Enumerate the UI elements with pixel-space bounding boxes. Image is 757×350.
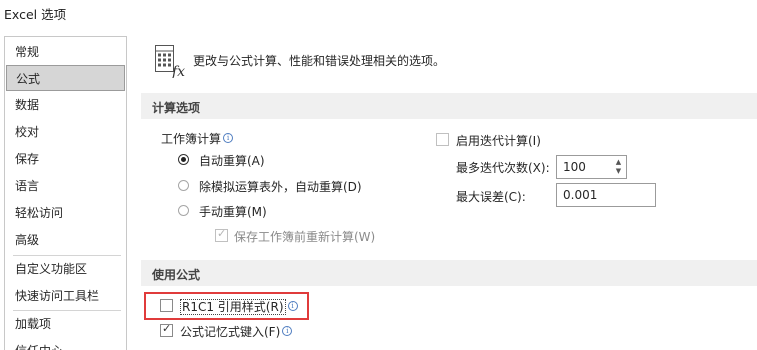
formula-fx-icon: fx [155,45,185,78]
section-title: 计算选项 [152,101,201,115]
max-iterations-stepper[interactable]: 100 ▲ ▼ [556,155,627,179]
recalc-before-save-label[interactable]: 保存工作簿前重新计算(W) [234,228,375,245]
max-change-label: 最大误差(C): [456,190,526,204]
sidebar-item-advanced[interactable]: 高级 [5,227,126,253]
sidebar-item-general[interactable]: 常规 [5,39,126,65]
info-icon[interactable]: i [223,133,234,143]
page-description: 更改与公式计算、性能和错误处理相关的选项。 [193,54,446,68]
radio-automatic-except-tables-label[interactable]: 除模拟运算表外，自动重算(D) [199,178,362,195]
sidebar-item-save[interactable]: 保存 [5,146,126,172]
spinner-arrows-icon[interactable]: ▲ ▼ [614,158,623,176]
section-title: 使用公式 [152,268,201,282]
options-sidebar: 常规 公式 数据 校对 保存 语言 轻松访问 高级 自定义功能区 快速访问工具栏… [4,36,127,350]
workbook-calc-label: 工作簿计算 i [161,130,234,147]
radio-automatic[interactable] [178,154,189,165]
window-title: Excel 选项 [4,7,67,22]
section-header-formulas: 使用公式 [141,260,757,286]
info-icon[interactable]: i [282,326,293,336]
check-icon: ✓ [217,227,227,240]
sidebar-item-proofing[interactable]: 校对 [5,119,126,145]
max-iterations-label: 最多迭代次数(X): [456,161,550,175]
sidebar-item-add-ins[interactable]: 加载项 [5,311,126,337]
check-icon: ✓ [162,322,172,335]
section-header-calculation: 计算选项 [141,93,757,119]
sidebar-item-quick-access-toolbar[interactable]: 快速访问工具栏 [5,283,126,309]
highlight-box [144,292,309,320]
sidebar-item-language[interactable]: 语言 [5,173,126,199]
checkbox-recalc-before-save[interactable]: ✓ [215,227,228,242]
radio-manual[interactable] [178,205,189,216]
checkbox-formula-autocomplete[interactable]: ✓ [160,322,173,337]
sidebar-item-formulas[interactable]: 公式 [6,65,125,91]
formula-autocomplete-label[interactable]: 公式记忆式键入(F) i [180,323,293,340]
sidebar-item-data[interactable]: 数据 [5,92,126,118]
sidebar-item-accessibility[interactable]: 轻松访问 [5,200,126,226]
max-change-input[interactable]: 0.001 [556,183,656,207]
checkbox-iterative-calc[interactable] [436,133,449,146]
radio-automatic-except-tables[interactable] [178,180,189,191]
svg-text:fx: fx [171,64,185,78]
iterative-calc-label[interactable]: 启用迭代计算(I) [456,132,541,149]
radio-automatic-label[interactable]: 自动重算(A) [199,152,265,169]
sidebar-item-trust-center[interactable]: 信任中心 [5,338,126,350]
sidebar-item-customize-ribbon[interactable]: 自定义功能区 [5,256,126,282]
radio-manual-label[interactable]: 手动重算(M) [199,203,267,220]
